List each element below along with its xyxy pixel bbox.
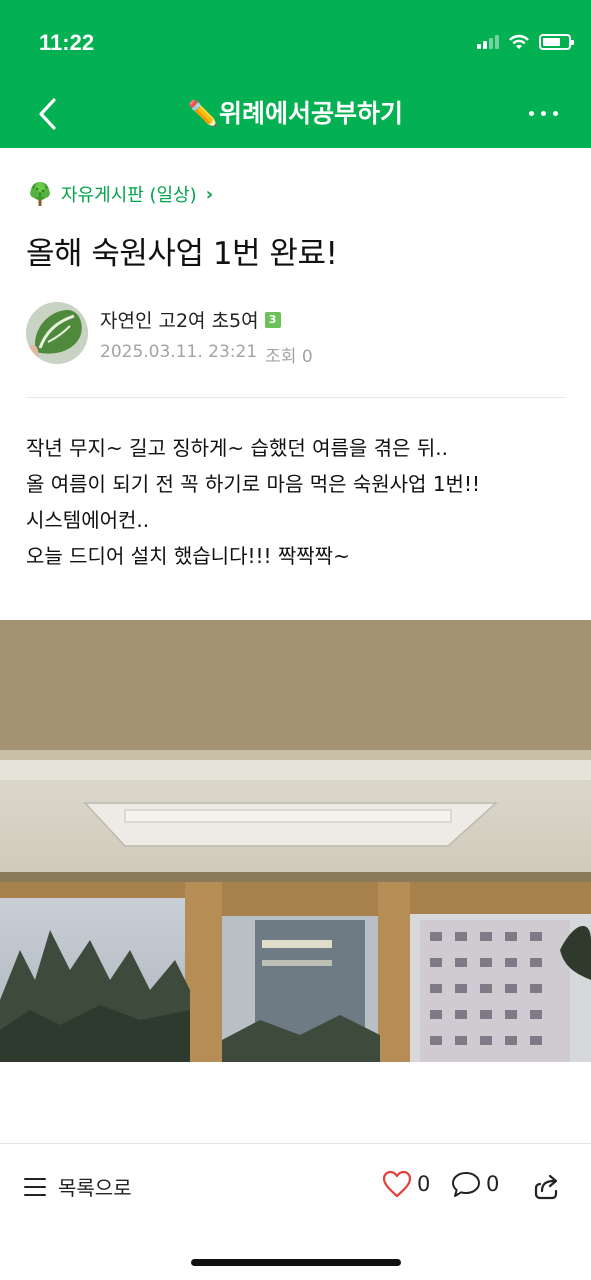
post-body: 작년 무지~ 길고 징하게~ 습했던 여름을 겪은 뒤.. 올 여름이 되기 전… (26, 430, 480, 574)
divider (26, 397, 566, 398)
board-label: 자유게시판 (일상) (61, 185, 197, 206)
list-button[interactable]: 목록으로 (24, 1172, 132, 1201)
body-line: 작년 무지~ 길고 징하게~ 습했던 여름을 겪은 뒤.. (26, 436, 448, 460)
home-indicator (191, 1259, 401, 1266)
post-date: 2025.03.11. 23:21 (100, 342, 258, 362)
cafe-title[interactable]: ✏️위례에서공부하기 (0, 94, 591, 130)
tree-icon (30, 182, 50, 206)
menu-list-icon (24, 1177, 46, 1196)
body-line: 올 여름이 되기 전 꼭 하기로 마음 먹은 숙원사업 1번!! (26, 472, 480, 496)
nav-bar: ✏️위례에서공부하기 (0, 80, 591, 148)
view-count: 조회 0 (265, 347, 313, 367)
status-icons (477, 34, 574, 50)
board-link[interactable]: 자유게시판 (일상) › (26, 180, 213, 208)
level-badge: 3 (264, 311, 281, 328)
body-line: 오늘 드디어 설치 했습니다!!! 짝짝짝~ (26, 544, 350, 568)
share-icon[interactable] (530, 1170, 562, 1202)
post-title: 올해 숙원사업 1번 완료! (26, 236, 338, 272)
post-photo[interactable] (0, 620, 591, 1062)
author-name[interactable]: 자연인 고2여 초5여 (100, 306, 259, 333)
status-time: 11:22 (39, 30, 95, 55)
signal-icon (477, 35, 499, 49)
list-button-label: 목록으로 (58, 1176, 132, 1200)
more-dots-icon[interactable] (523, 98, 563, 128)
body-line: 시스템에어컨.. (26, 508, 150, 532)
wifi-icon (509, 34, 529, 49)
comment-bubble-icon (452, 1172, 480, 1197)
comment-count: 0 (486, 1172, 500, 1196)
heart-icon (382, 1170, 412, 1198)
app-header: 11:22 ✏️위례에서공부하기 (0, 0, 591, 148)
battery-icon (539, 34, 574, 50)
like-button[interactable]: 0 (382, 1170, 430, 1198)
comment-button[interactable]: 0 (451, 1170, 499, 1198)
avatar[interactable] (26, 302, 88, 364)
chevron-right-icon: › (205, 183, 214, 205)
author-block: 자연인 고2여 초5여 3 2025.03.11. 23:21 조회 0 (26, 302, 313, 367)
like-count: 0 (417, 1172, 431, 1196)
